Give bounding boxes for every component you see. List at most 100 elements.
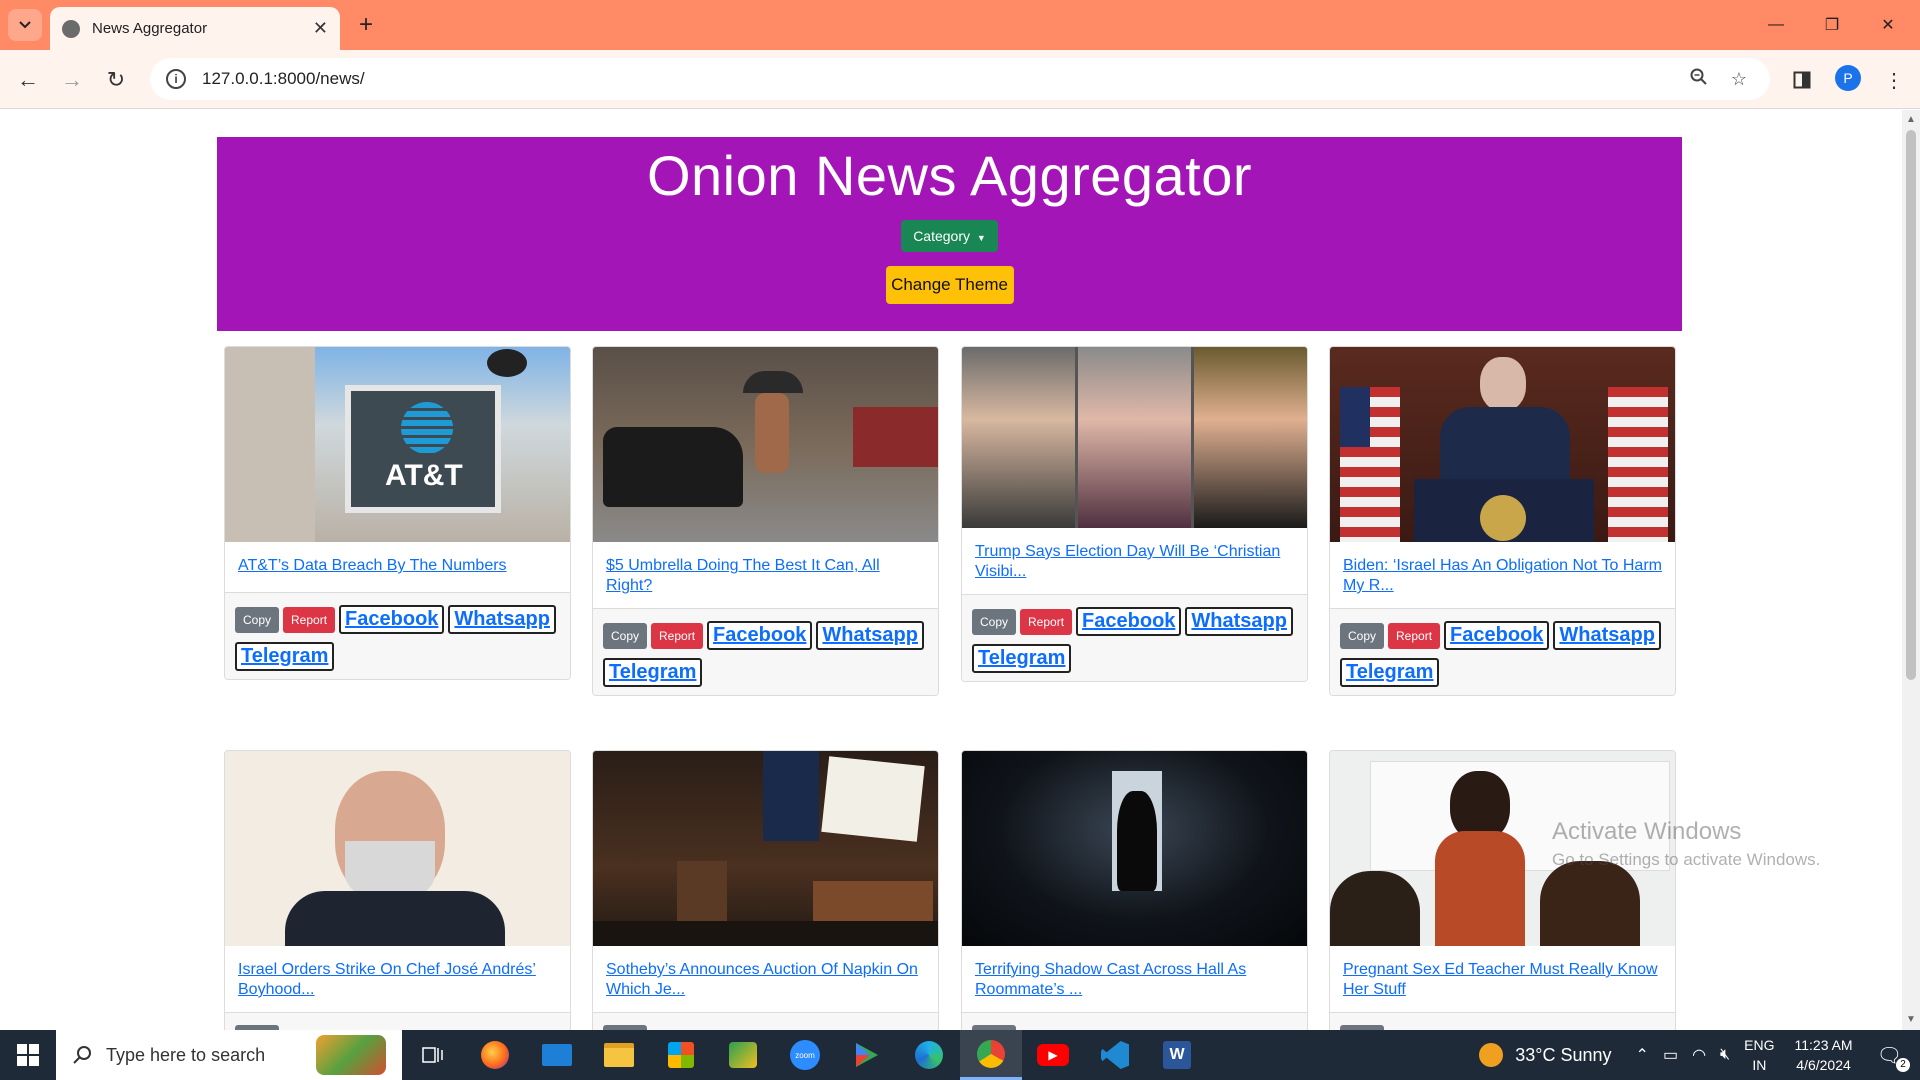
whatsapp-share-button[interactable]: Whatsapp bbox=[816, 621, 924, 650]
tab-title: News Aggregator bbox=[92, 20, 208, 37]
news-card: Israel Orders Strike On Chef José Andrés… bbox=[224, 750, 571, 1030]
region-code: IN bbox=[1752, 1057, 1767, 1073]
minimize-icon[interactable]: — bbox=[1756, 10, 1796, 40]
meet-app-icon[interactable] bbox=[712, 1030, 774, 1080]
facebook-share-button[interactable]: Facebook bbox=[339, 605, 445, 634]
article-image-president-podium[interactable] bbox=[1330, 347, 1675, 542]
copy-button[interactable]: Copy bbox=[235, 606, 280, 633]
windows-taskbar: Type here to search zoom ▶ W 33°C Sunny … bbox=[0, 1030, 1920, 1080]
firefox-icon[interactable] bbox=[464, 1030, 526, 1080]
share-bar: Copy bbox=[1330, 1012, 1675, 1030]
mail-icon[interactable] bbox=[526, 1030, 588, 1080]
language-indicator[interactable]: ENG IN bbox=[1744, 1035, 1774, 1075]
article-link[interactable]: $5 Umbrella Doing The Best It Can, All R… bbox=[606, 557, 880, 594]
play-store-icon[interactable] bbox=[836, 1030, 898, 1080]
page-viewport: Onion News Aggregator Category ▼ Change … bbox=[0, 110, 1902, 1030]
browser-tab[interactable]: News Aggregator ✕ bbox=[50, 7, 340, 50]
back-arrow-icon[interactable]: ← bbox=[12, 64, 44, 96]
scroll-up-icon[interactable]: ▲ bbox=[1906, 114, 1916, 125]
close-tab-icon[interactable]: ✕ bbox=[313, 18, 328, 39]
article-link[interactable]: Trump Says Election Day Will Be ‘Christi… bbox=[975, 543, 1280, 580]
article-image-three-portraits[interactable] bbox=[962, 347, 1307, 528]
share-bar: Copy bbox=[225, 1012, 570, 1030]
article-image-chef-portrait[interactable] bbox=[225, 751, 570, 946]
page-scrollbar[interactable]: ▲ ▼ bbox=[1902, 110, 1920, 1030]
menu-kebab-icon[interactable]: ⋮ bbox=[1878, 64, 1910, 96]
chrome-icon[interactable] bbox=[960, 1030, 1022, 1080]
bookmark-star-icon[interactable]: ☆ bbox=[1724, 69, 1754, 90]
windows-start-button[interactable] bbox=[0, 1030, 56, 1080]
profile-avatar[interactable]: P bbox=[1835, 65, 1861, 91]
article-link[interactable]: AT&T’s Data Breach By The Numbers bbox=[238, 557, 507, 574]
globe-icon bbox=[62, 19, 80, 38]
article-image-att-sign[interactable]: AT&T bbox=[225, 347, 570, 542]
browser-tab-bar: News Aggregator ✕ + — ❐ ✕ bbox=[0, 0, 1920, 50]
word-icon[interactable]: W bbox=[1146, 1030, 1208, 1080]
browser-toolbar: ← → ↻ i 127.0.0.1:8000/news/ ☆ ⋮ bbox=[0, 50, 1920, 109]
edge-icon[interactable] bbox=[898, 1030, 960, 1080]
facebook-share-button[interactable]: Facebook bbox=[707, 621, 813, 650]
address-bar[interactable]: i 127.0.0.1:8000/news/ ☆ bbox=[150, 58, 1770, 100]
category-dropdown-button[interactable]: Category ▼ bbox=[901, 220, 998, 252]
clock-time: 11:23 AM bbox=[1794, 1037, 1853, 1053]
microsoft-store-icon[interactable] bbox=[650, 1030, 712, 1080]
zoom-icon[interactable]: zoom bbox=[774, 1030, 836, 1080]
news-card: Terrifying Shadow Cast Across Hall As Ro… bbox=[961, 750, 1308, 1030]
task-view-icon[interactable] bbox=[402, 1030, 464, 1080]
taskbar-search-box[interactable]: Type here to search bbox=[56, 1030, 402, 1080]
telegram-share-button[interactable]: Telegram bbox=[235, 642, 335, 671]
whatsapp-share-button[interactable]: Whatsapp bbox=[1553, 621, 1661, 650]
article-image-dark-hallway[interactable] bbox=[962, 751, 1307, 946]
report-button[interactable]: Report bbox=[283, 606, 336, 633]
battery-icon[interactable]: ▭ bbox=[1663, 1045, 1678, 1065]
article-link[interactable]: Biden: ‘Israel Has An Obligation Not To … bbox=[1343, 557, 1662, 594]
url-text[interactable]: 127.0.0.1:8000/news/ bbox=[202, 69, 1674, 89]
youtube-icon[interactable]: ▶ bbox=[1022, 1030, 1084, 1080]
news-card: Trump Says Election Day Will Be ‘Christi… bbox=[961, 346, 1308, 682]
copy-button[interactable]: Copy bbox=[1340, 622, 1385, 649]
zoom-icon[interactable] bbox=[1684, 68, 1714, 91]
telegram-share-button[interactable]: Telegram bbox=[1340, 658, 1440, 687]
change-theme-button[interactable]: Change Theme bbox=[885, 266, 1014, 304]
wifi-icon[interactable]: ◠ bbox=[1692, 1045, 1706, 1065]
whatsapp-share-button[interactable]: Whatsapp bbox=[1185, 607, 1293, 636]
facebook-share-button[interactable]: Facebook bbox=[1444, 621, 1550, 650]
article-link[interactable]: Sotheby’s Announces Auction Of Napkin On… bbox=[606, 961, 918, 998]
new-tab-button[interactable]: + bbox=[352, 11, 380, 39]
site-info-icon[interactable]: i bbox=[166, 69, 186, 89]
copy-button[interactable]: Copy bbox=[972, 608, 1017, 635]
scroll-down-icon[interactable]: ▼ bbox=[1906, 1014, 1916, 1025]
report-button[interactable]: Report bbox=[1020, 608, 1073, 635]
site-title: Onion News Aggregator bbox=[646, 144, 1253, 207]
clock[interactable]: 11:23 AM 4/6/2024 bbox=[1794, 1035, 1852, 1075]
volume-muted-icon[interactable]: 🔇︎ bbox=[1720, 1046, 1730, 1064]
weather-widget[interactable]: 33°C Sunny bbox=[1479, 1043, 1612, 1067]
tab-search-button[interactable] bbox=[8, 9, 42, 41]
telegram-share-button[interactable]: Telegram bbox=[972, 644, 1072, 673]
scrollbar-thumb[interactable] bbox=[1906, 130, 1916, 680]
facebook-share-button[interactable]: Facebook bbox=[1076, 607, 1182, 636]
article-image-rainy-street[interactable] bbox=[593, 347, 938, 542]
telegram-share-button[interactable]: Telegram bbox=[603, 658, 703, 687]
restore-icon[interactable]: ❐ bbox=[1812, 10, 1852, 40]
vscode-icon[interactable] bbox=[1084, 1030, 1146, 1080]
article-link[interactable]: Israel Orders Strike On Chef José Andrés… bbox=[238, 961, 536, 998]
show-hidden-icons-icon[interactable]: ⌃ bbox=[1636, 1045, 1649, 1065]
copy-button[interactable]: Copy bbox=[603, 622, 648, 649]
forward-arrow-icon[interactable]: → bbox=[56, 64, 88, 96]
article-link[interactable]: Pregnant Sex Ed Teacher Must Really Know… bbox=[1343, 961, 1658, 998]
article-link[interactable]: Terrifying Shadow Cast Across Hall As Ro… bbox=[975, 961, 1246, 998]
caret-down-icon: ▼ bbox=[976, 233, 986, 243]
watermark-subtitle: Go to Settings to activate Windows. bbox=[1552, 850, 1821, 869]
reload-icon[interactable]: ↻ bbox=[100, 64, 132, 96]
report-button[interactable]: Report bbox=[651, 622, 704, 649]
search-icon bbox=[73, 1046, 91, 1064]
report-button[interactable]: Report bbox=[1388, 622, 1441, 649]
close-window-icon[interactable]: ✕ bbox=[1868, 10, 1908, 40]
whatsapp-share-button[interactable]: Whatsapp bbox=[448, 605, 556, 634]
side-panel-icon[interactable] bbox=[1786, 64, 1818, 96]
file-explorer-icon[interactable] bbox=[588, 1030, 650, 1080]
notification-icon[interactable]: 🗨︎ 2 bbox=[1877, 1043, 1910, 1072]
article-image-auction-room[interactable] bbox=[593, 751, 938, 946]
news-card: Biden: ‘Israel Has An Obligation Not To … bbox=[1329, 346, 1676, 696]
